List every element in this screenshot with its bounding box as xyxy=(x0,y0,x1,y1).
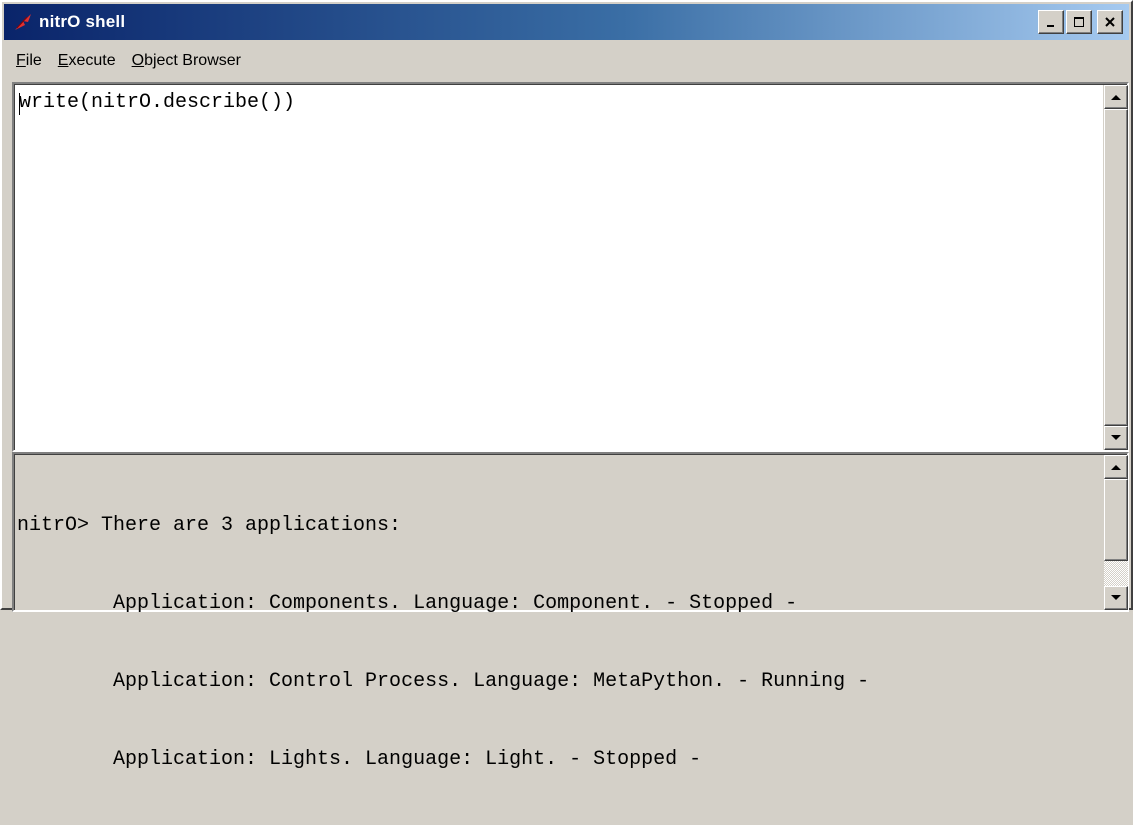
text-caret xyxy=(19,93,20,115)
editor-scrollbar[interactable] xyxy=(1103,85,1128,450)
arrow-down-icon xyxy=(1111,595,1121,600)
output-scroll-down-button[interactable] xyxy=(1104,586,1128,610)
menu-bar: File Execute Object Browser xyxy=(4,42,1129,80)
arrow-up-icon xyxy=(1111,465,1121,470)
output-console[interactable]: nitrO> There are 3 applications: Applica… xyxy=(12,452,1129,771)
output-line: Application: Components. Language: Compo… xyxy=(17,592,798,615)
close-icon xyxy=(1105,17,1115,27)
minimize-button[interactable] xyxy=(1038,10,1064,34)
editor-scroll-down-button[interactable] xyxy=(1104,426,1128,450)
code-editor[interactable]: write(nitrO.describe()) xyxy=(12,82,1129,452)
minimize-icon xyxy=(1047,25,1054,27)
output-scrollbar[interactable] xyxy=(1103,455,1128,610)
close-button[interactable] xyxy=(1097,10,1123,34)
menu-execute[interactable]: Execute xyxy=(58,52,116,70)
window-controls xyxy=(1038,10,1123,34)
tk-feather-icon[interactable] xyxy=(12,11,34,33)
output-scroll-thumb[interactable] xyxy=(1104,479,1128,561)
arrow-down-icon xyxy=(1111,435,1121,440)
maximize-button[interactable] xyxy=(1066,10,1092,34)
menu-file[interactable]: File xyxy=(16,52,42,70)
editor-scroll-up-button[interactable] xyxy=(1104,85,1128,109)
output-line: nitrO> There are 3 applications: xyxy=(17,514,402,537)
output-line: Application: Lights. Language: Light. - … xyxy=(17,748,702,771)
output-text: nitrO> There are 3 applications: Applica… xyxy=(17,461,869,825)
output-scroll-up-button[interactable] xyxy=(1104,455,1128,479)
editor-code[interactable]: write(nitrO.describe()) xyxy=(19,91,295,115)
title-bar[interactable]: nitrO shell xyxy=(4,4,1129,40)
output-line: Application: Control Process. Language: … xyxy=(17,670,870,693)
menu-object-browser[interactable]: Object Browser xyxy=(132,52,241,70)
editor-scroll-thumb[interactable] xyxy=(1104,109,1128,426)
window-title: nitrO shell xyxy=(39,12,126,31)
arrow-up-icon xyxy=(1111,95,1121,100)
output-scroll-track[interactable] xyxy=(1104,561,1128,586)
nitro-shell-window: nitrO shell File Execute Object Browser … xyxy=(0,0,1133,771)
maximize-icon xyxy=(1074,17,1084,27)
